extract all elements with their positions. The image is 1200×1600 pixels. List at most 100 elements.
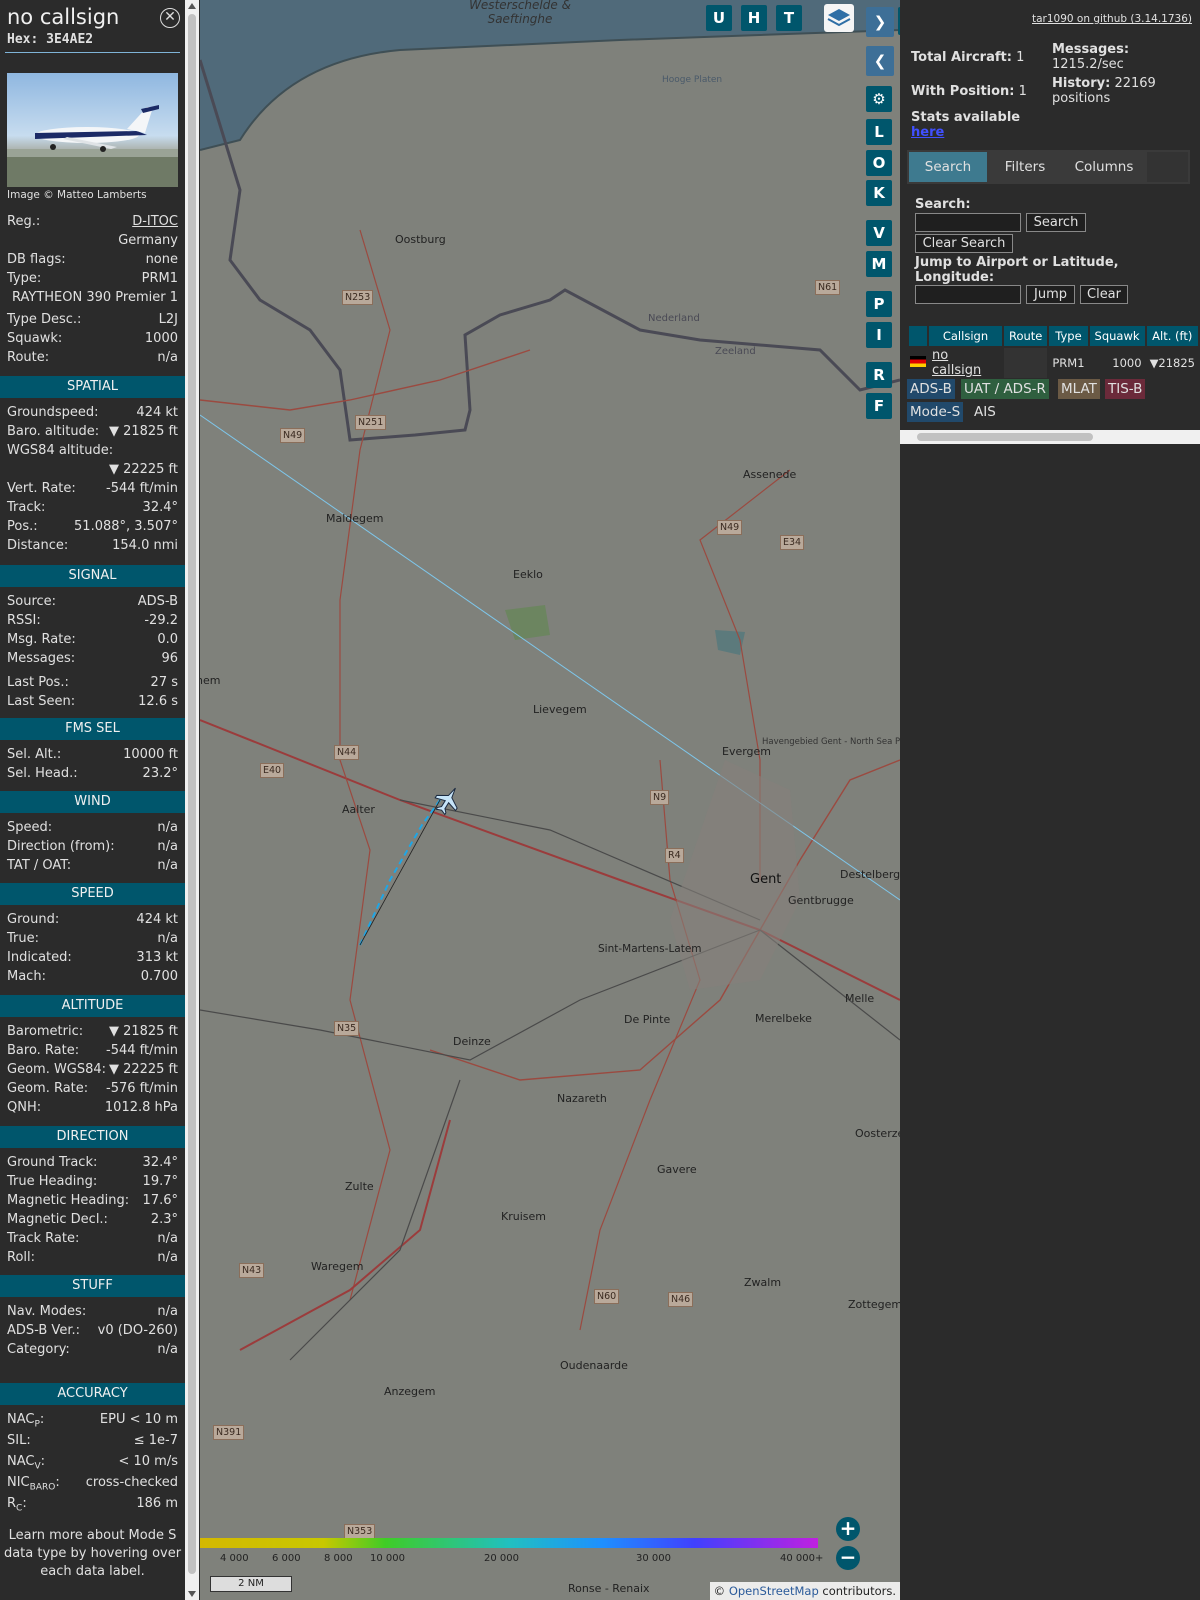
info-label[interactable]: Mach: bbox=[7, 969, 46, 984]
flag-column-header[interactable] bbox=[909, 326, 927, 346]
source-adsb[interactable]: ADS-B bbox=[907, 379, 955, 399]
map-button-v[interactable]: V bbox=[866, 220, 892, 246]
source-modes[interactable]: Mode-S bbox=[907, 402, 964, 422]
source-uat[interactable]: UAT / ADS-R bbox=[961, 379, 1049, 399]
map-button-l[interactable]: L bbox=[866, 119, 892, 145]
map-button-r[interactable]: R bbox=[866, 362, 892, 388]
source-mlat[interactable]: MLAT bbox=[1058, 379, 1100, 399]
info-label[interactable]: Track Rate: bbox=[7, 1231, 79, 1246]
info-label[interactable]: Nav. Modes: bbox=[7, 1304, 86, 1319]
info-label[interactable]: Category: bbox=[7, 1342, 70, 1357]
column-header-altitude[interactable]: Alt. (ft) bbox=[1146, 326, 1198, 346]
info-label[interactable]: Magnetic Heading: bbox=[7, 1193, 129, 1208]
info-label[interactable]: Indicated: bbox=[7, 950, 72, 965]
column-header-route[interactable]: Route bbox=[1003, 326, 1048, 346]
tab-search[interactable]: Search bbox=[909, 152, 987, 182]
info-label[interactable]: Barometric: bbox=[7, 1024, 83, 1039]
map-view[interactable]: Westerschelde & Saeftinghe Oostburg Maldeg… bbox=[200, 0, 900, 1600]
info-label[interactable]: NACV: bbox=[7, 1454, 45, 1472]
osm-link[interactable]: OpenStreetMap bbox=[729, 1584, 819, 1598]
info-label[interactable]: Squawk: bbox=[7, 331, 62, 346]
info-label[interactable]: Type: bbox=[7, 271, 41, 286]
info-label[interactable]: Track: bbox=[7, 500, 45, 515]
map-button-i[interactable]: I bbox=[866, 322, 892, 348]
info-label[interactable]: RSSI: bbox=[7, 613, 41, 628]
scrollbar-thumb[interactable] bbox=[917, 433, 1093, 441]
info-label[interactable]: WGS84 altitude: bbox=[7, 443, 113, 458]
map-button-p[interactable]: P bbox=[866, 291, 892, 317]
map-button-u[interactable]: U bbox=[706, 5, 732, 31]
info-value[interactable]: D-ITOC bbox=[132, 214, 178, 229]
info-label[interactable]: Magnetic Decl.: bbox=[7, 1212, 108, 1227]
info-label[interactable]: SIL: bbox=[7, 1433, 31, 1451]
info-label[interactable]: Last Seen: bbox=[7, 694, 75, 709]
info-label[interactable]: QNH: bbox=[7, 1100, 41, 1115]
info-label[interactable]: True: bbox=[7, 931, 39, 946]
info-label[interactable]: Vert. Rate: bbox=[7, 481, 76, 496]
info-label[interactable]: Sel. Head.: bbox=[7, 766, 78, 781]
aircraft-photo[interactable] bbox=[7, 73, 178, 187]
info-label[interactable]: Geom. WGS84: bbox=[7, 1062, 106, 1077]
stats-here-link[interactable]: here bbox=[911, 125, 944, 140]
table-horizontal-scrollbar[interactable] bbox=[900, 430, 1200, 444]
jump-input[interactable] bbox=[915, 285, 1021, 304]
layers-icon[interactable] bbox=[824, 4, 854, 32]
map-button-o[interactable]: O bbox=[866, 150, 892, 176]
settings-gear-icon[interactable]: ⚙ bbox=[866, 86, 892, 112]
info-label[interactable]: Last Pos.: bbox=[7, 675, 69, 690]
map-button-h[interactable]: H bbox=[741, 5, 767, 31]
info-label[interactable]: Pos.: bbox=[7, 519, 38, 534]
scrollbar-thumb[interactable] bbox=[188, 14, 196, 1574]
info-label[interactable]: Type Desc.: bbox=[7, 312, 81, 327]
tab-extra[interactable] bbox=[1147, 152, 1188, 182]
info-label[interactable]: NACP: bbox=[7, 1412, 44, 1430]
source-ais[interactable]: AIS bbox=[971, 402, 999, 422]
map-button-k[interactable]: K bbox=[866, 180, 892, 206]
info-label[interactable]: Msg. Rate: bbox=[7, 632, 76, 647]
info-label[interactable]: Roll: bbox=[7, 1250, 35, 1265]
info-panel-scrollbar[interactable] bbox=[185, 0, 199, 1600]
info-label[interactable]: Baro. altitude: bbox=[7, 424, 99, 439]
clear-button[interactable]: Clear bbox=[1080, 285, 1128, 304]
tab-filters[interactable]: Filters bbox=[989, 152, 1061, 182]
expand-right-icon[interactable]: ❯ bbox=[866, 7, 894, 37]
info-label[interactable]: True Heading: bbox=[7, 1174, 97, 1189]
column-header-squawk[interactable]: Squawk bbox=[1089, 326, 1145, 346]
info-label[interactable]: NICBARO: bbox=[7, 1475, 60, 1493]
info-label[interactable]: TAT / OAT: bbox=[7, 858, 71, 873]
collapse-left-icon[interactable]: ❮ bbox=[866, 46, 894, 76]
info-label[interactable]: Baro. Rate: bbox=[7, 1043, 79, 1058]
info-label[interactable]: Route: bbox=[7, 350, 49, 365]
column-header-type[interactable]: Type bbox=[1049, 326, 1088, 346]
callsign-cell[interactable]: no callsign bbox=[929, 348, 1002, 378]
jump-button[interactable]: Jump bbox=[1026, 285, 1075, 304]
info-label[interactable]: Sel. Alt.: bbox=[7, 747, 61, 762]
column-header-callsign[interactable]: Callsign bbox=[929, 326, 1002, 346]
map-button-t[interactable]: T bbox=[776, 5, 802, 31]
info-label[interactable]: Ground: bbox=[7, 912, 59, 927]
tab-columns[interactable]: Columns bbox=[1063, 152, 1145, 182]
zoom-in-button[interactable]: + bbox=[836, 1517, 860, 1541]
info-label[interactable]: RC: bbox=[7, 1496, 27, 1514]
info-label[interactable]: Messages: bbox=[7, 651, 75, 666]
source-tisb[interactable]: TIS-B bbox=[1105, 379, 1146, 399]
clear-search-button[interactable]: Clear Search bbox=[915, 234, 1013, 253]
table-row[interactable]: no callsign PRM1 1000 ▼21825 bbox=[909, 348, 1198, 378]
info-label[interactable]: Groundspeed: bbox=[7, 405, 98, 420]
info-label[interactable]: ADS-B Ver.: bbox=[7, 1323, 80, 1338]
scroll-down-icon[interactable] bbox=[188, 1591, 196, 1597]
github-link[interactable]: tar1090 on github (3.14.1736) bbox=[1032, 13, 1192, 25]
info-label[interactable]: Direction (from): bbox=[7, 839, 115, 854]
map-button-f[interactable]: F bbox=[866, 393, 892, 419]
info-label[interactable]: Distance: bbox=[7, 538, 68, 553]
info-label[interactable]: Speed: bbox=[7, 820, 52, 835]
map-button-m[interactable]: M bbox=[866, 251, 892, 277]
zoom-out-button[interactable]: − bbox=[836, 1546, 860, 1570]
info-label[interactable]: Geom. Rate: bbox=[7, 1081, 88, 1096]
info-label[interactable]: Reg.: bbox=[7, 214, 40, 229]
search-button[interactable]: Search bbox=[1026, 213, 1086, 232]
info-label[interactable]: Ground Track: bbox=[7, 1155, 97, 1170]
info-label[interactable]: DB flags: bbox=[7, 252, 66, 267]
close-icon[interactable]: ✕ bbox=[160, 8, 180, 28]
info-label[interactable]: Source: bbox=[7, 594, 56, 609]
